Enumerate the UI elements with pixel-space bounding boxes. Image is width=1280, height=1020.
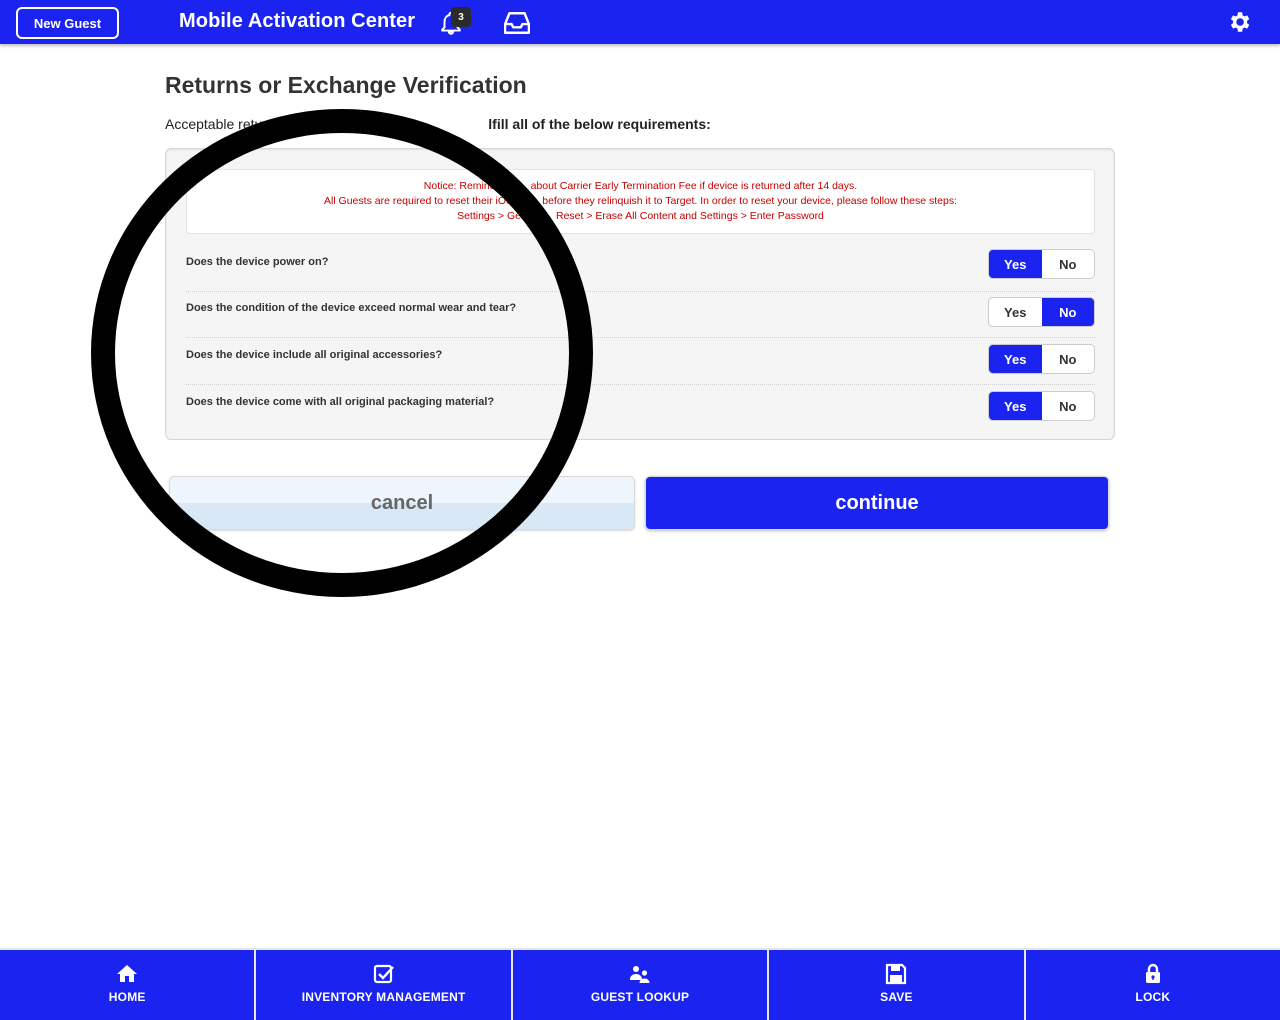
question-row-packaging: Does the device come with all original p…: [186, 386, 1095, 432]
nav-home[interactable]: HOME: [0, 950, 254, 1020]
yes-option[interactable]: Yes: [989, 250, 1042, 278]
nav-label: HOME: [108, 990, 146, 1004]
no-option[interactable]: No: [1042, 250, 1095, 278]
notification-badge: 3: [451, 7, 471, 27]
inbox-icon[interactable]: [504, 11, 530, 35]
nav-inventory-management[interactable]: INVENTORY MANAGEMENT: [254, 950, 510, 1020]
no-option[interactable]: No: [1042, 345, 1095, 373]
page-title: Returns or Exchange Verification: [165, 72, 527, 98]
new-guest-button[interactable]: New Guest: [16, 7, 119, 39]
lock-icon: [1145, 963, 1160, 983]
notice-line-1: Notice: Remind about Carrier Early Termi…: [423, 180, 858, 192]
question-row-condition: Does the condition of the device exceed …: [186, 292, 1095, 338]
yes-no-toggle[interactable]: Yes No: [988, 391, 1095, 421]
intro-text: Acceptable retu lfill all of the below re…: [165, 116, 711, 132]
yes-option[interactable]: Yes: [989, 345, 1042, 373]
app-title: Mobile Activation Center: [179, 10, 416, 32]
notice-box: Notice: Remind about Carrier Early Termi…: [186, 169, 1095, 234]
top-bar: New Guest Mobile Activation Center 3: [0, 0, 1280, 44]
yes-no-toggle[interactable]: Yes No: [988, 249, 1095, 279]
nav-lock[interactable]: LOCK: [1023, 950, 1280, 1020]
checkbox-icon: [373, 964, 394, 984]
intro-start: Acceptable retu: [165, 116, 263, 132]
no-option[interactable]: No: [1042, 392, 1095, 420]
notice-line-3: Settings > Gen Reset > Erase All Content…: [457, 210, 824, 222]
question-text: Does the condition of the device exceed …: [186, 302, 517, 314]
nav-label: LOCK: [1135, 990, 1171, 1004]
gear-icon[interactable]: [1226, 9, 1252, 35]
cancel-button[interactable]: cancel: [169, 476, 635, 530]
question-text: Does the device include all original acc…: [186, 349, 443, 361]
yes-no-toggle[interactable]: Yes No: [988, 344, 1095, 374]
verification-panel: Notice: Remind about Carrier Early Termi…: [165, 148, 1115, 440]
yes-option[interactable]: Yes: [989, 392, 1042, 420]
notice-line-2: All Guests are required to reset their i…: [323, 195, 958, 207]
yes-no-toggle[interactable]: Yes No: [988, 297, 1095, 327]
nav-label: INVENTORY MANAGEMENT: [301, 990, 466, 1004]
nav-guest-lookup[interactable]: GUEST LOOKUP: [510, 950, 767, 1020]
home-icon: [117, 965, 138, 982]
question-row-accessories: Does the device include all original acc…: [186, 339, 1095, 385]
question-text: Does the device come with all original p…: [186, 396, 495, 408]
intro-bold: lfill all of the below requirements:: [488, 116, 711, 132]
users-icon: [630, 966, 650, 983]
question-text: Does the device power on?: [186, 256, 329, 268]
nav-label: GUEST LOOKUP: [590, 990, 690, 1004]
nav-label: SAVE: [880, 990, 913, 1004]
continue-button[interactable]: continue: [645, 476, 1109, 530]
no-option[interactable]: No: [1041, 298, 1094, 326]
nav-save[interactable]: SAVE: [767, 950, 1023, 1020]
bottom-nav: HOME INVENTORY MANAGEMENT GUEST LOOKUP S…: [0, 948, 1280, 1020]
floppy-icon: [886, 963, 907, 985]
question-row-power: Does the device power on? Yes No: [186, 246, 1095, 292]
yes-option[interactable]: Yes: [989, 298, 1042, 326]
